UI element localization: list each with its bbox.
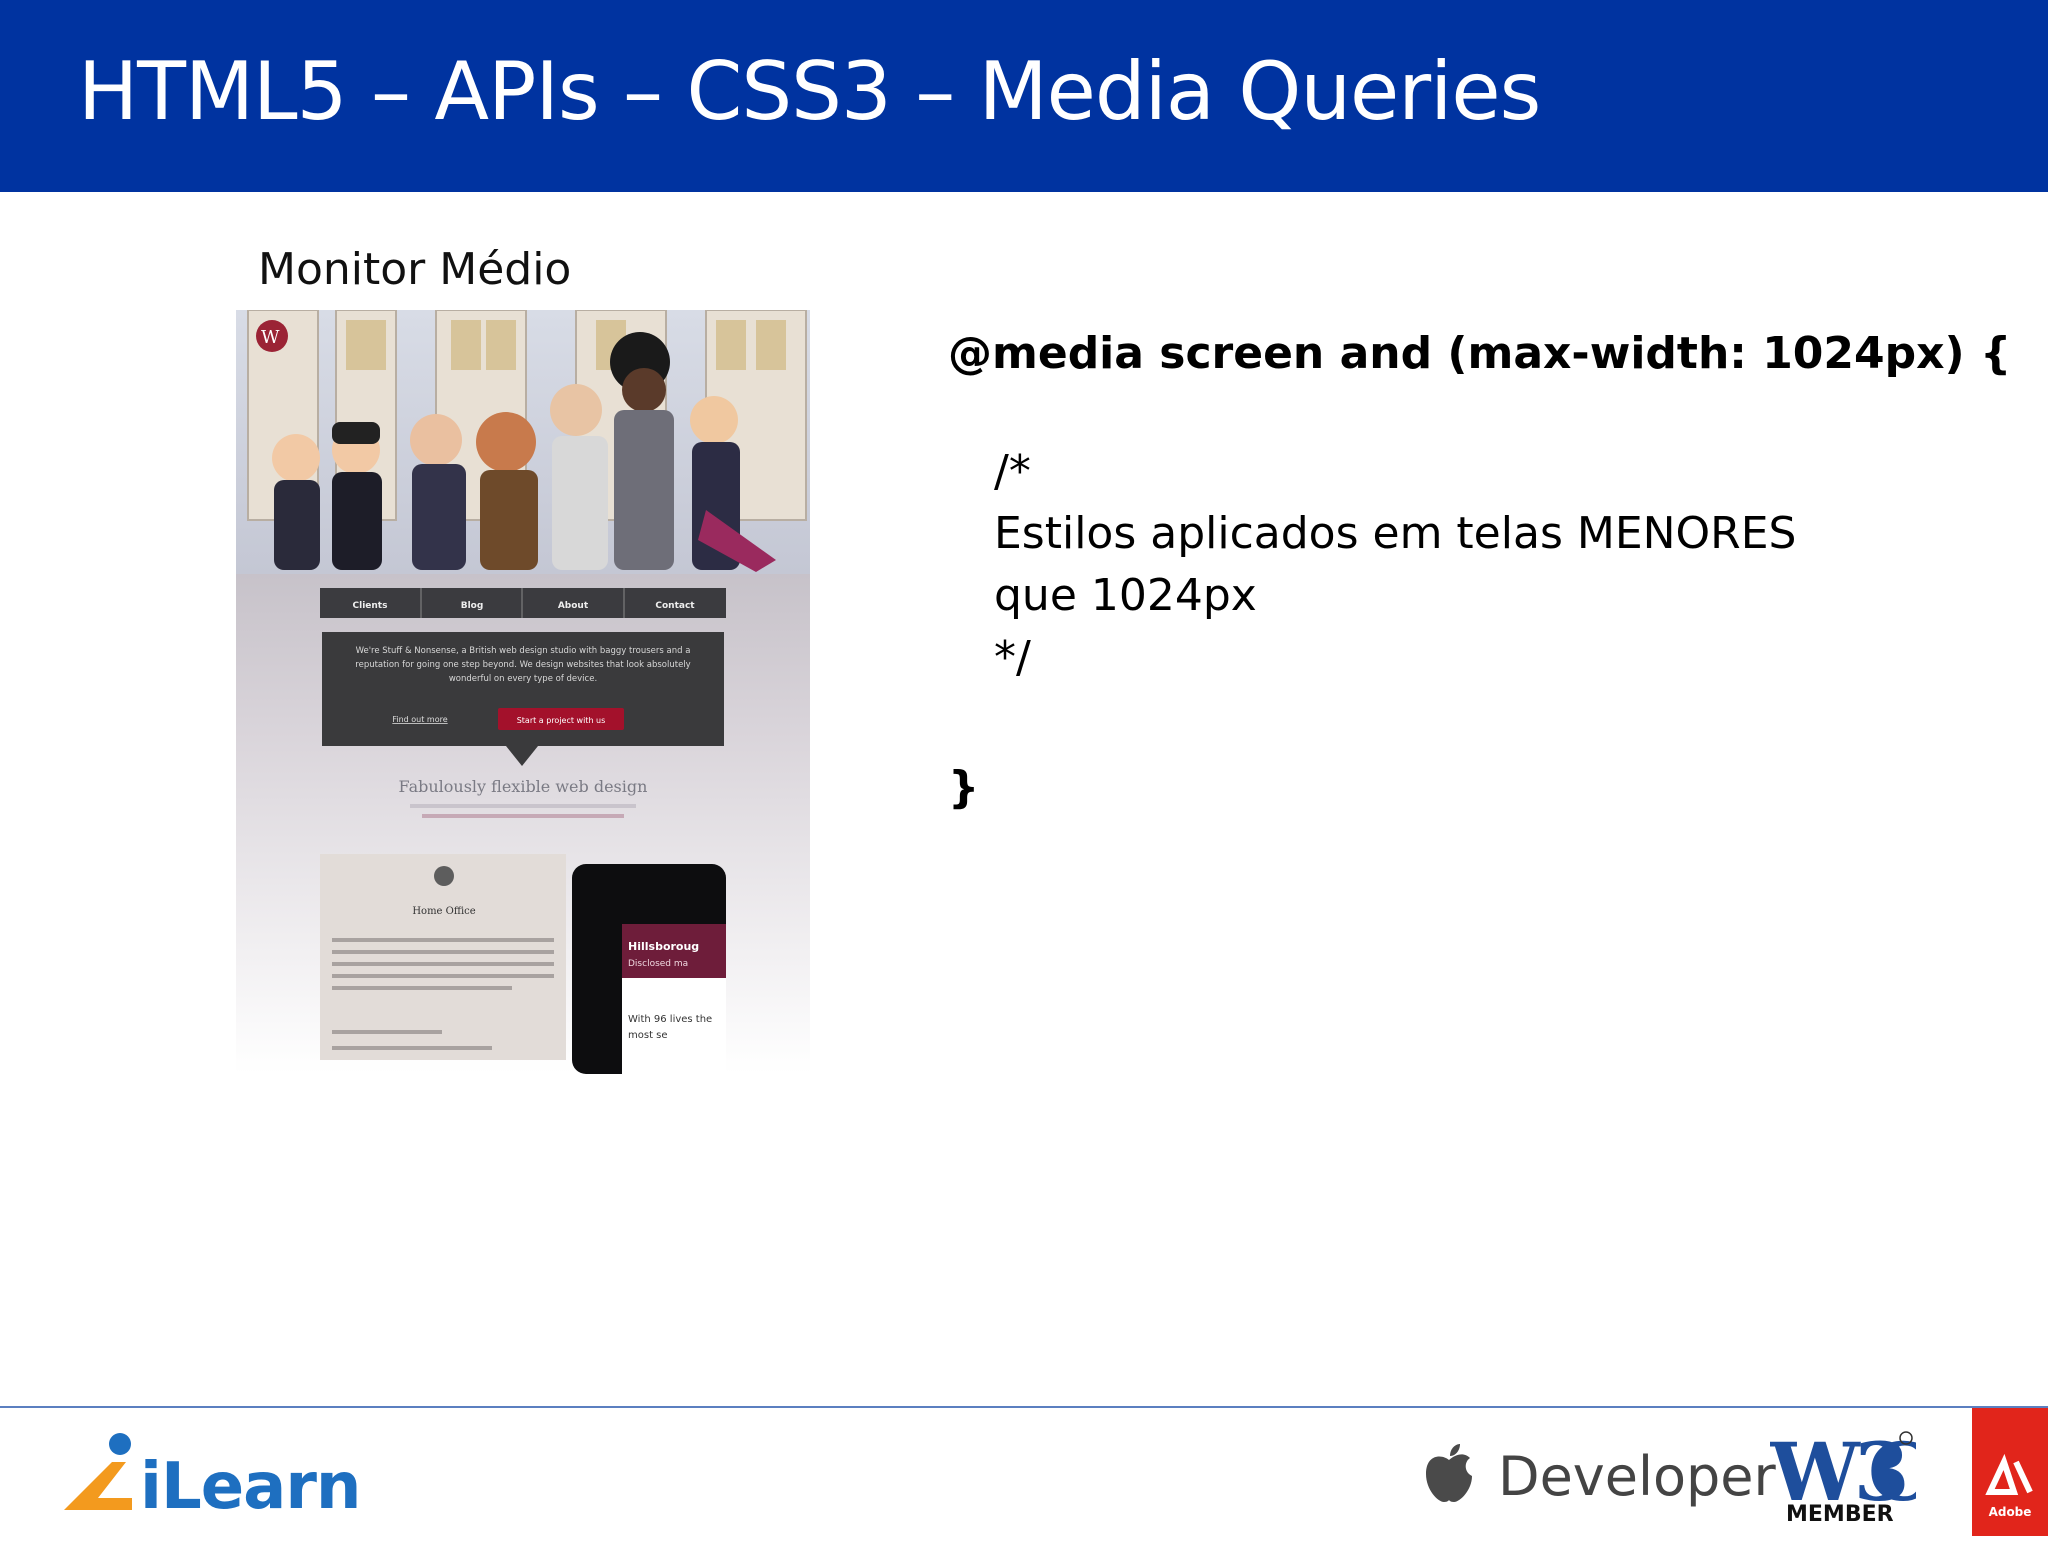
card-body: With 96 lives the most se [628,1014,713,1041]
find-out-more-link[interactable]: Find out more [392,715,447,724]
ilearn-logo-text: iLearn [140,1450,361,1524]
website-screenshot: W Clients Blog About Contact We're Stuff… [236,310,810,1074]
w3c-member-label: MEMBER [1786,1502,1894,1527]
code-line-2: /* [994,446,1031,497]
apple-developer-label: Developer [1498,1445,1776,1508]
code-line-4: que 1024px [994,570,1257,621]
adobe-logo-icon: Adobe [1972,1408,2048,1536]
start-project-label: Start a project with us [517,716,606,725]
adobe-label: Adobe [1989,1505,2032,1519]
svg-text:W: W [261,327,280,348]
code-line-5: */ [994,632,1031,683]
slide-title: HTML5 – APIs – CSS3 – Media Queries [78,45,1541,138]
nav-about[interactable]: About [558,601,589,611]
nav-blog[interactable]: Blog [461,601,484,611]
nav-contact[interactable]: Contact [655,601,695,611]
intro-text: We're Stuff & Nonsense, a British web de… [355,646,691,684]
card-overlay-subtitle: Disclosed ma [628,959,688,969]
card-overlay-title: Hillsboroug [628,940,699,953]
card-title: Home Office [412,906,475,917]
slide-header: HTML5 – APIs – CSS3 – Media Queries [0,0,2048,192]
footer-divider [0,1406,2048,1408]
code-line-6: } [948,762,980,813]
code-line-1: @media screen and (max-width: 1024px) { [948,328,2012,379]
image-caption: Monitor Médio [258,244,572,295]
screenshot-headline: Fabulously flexible web design [399,777,648,796]
code-line-3: Estilos aplicados em telas MENORES [994,508,1797,559]
apple-icon [1426,1444,1472,1502]
nav-clients[interactable]: Clients [353,601,388,611]
